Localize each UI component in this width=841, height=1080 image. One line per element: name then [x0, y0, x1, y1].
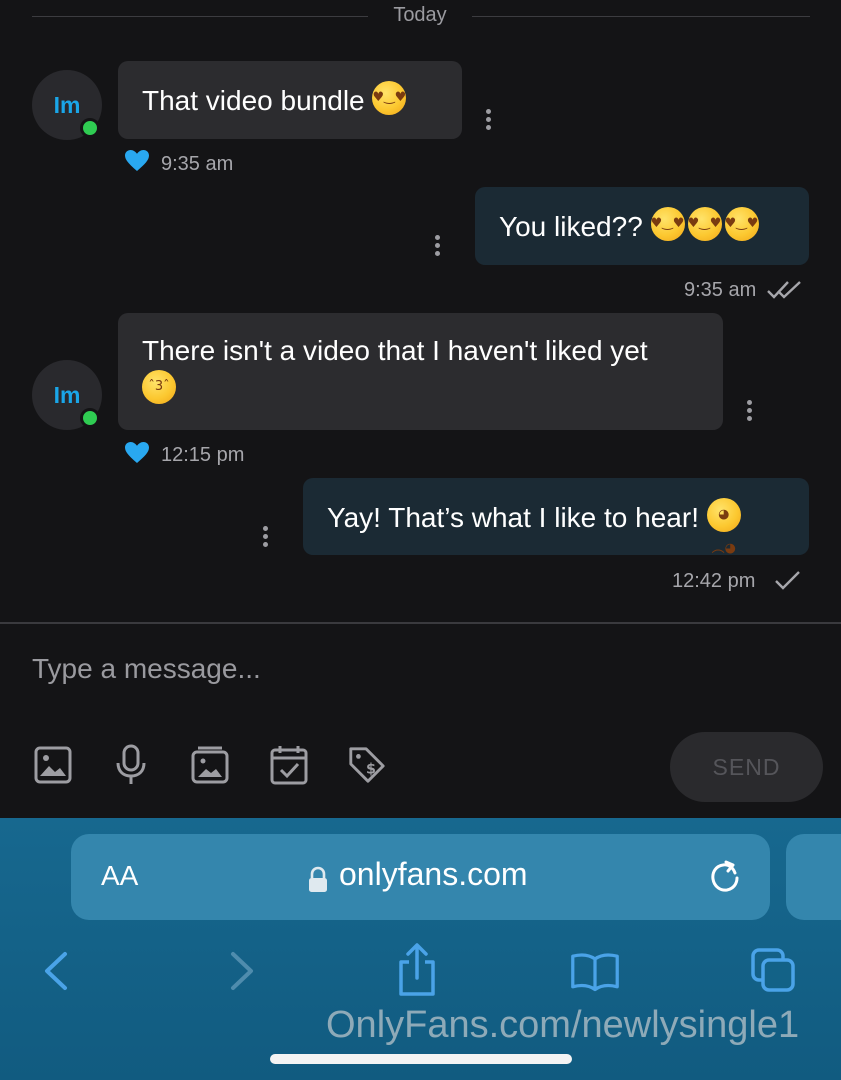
- send-button[interactable]: SEND: [670, 732, 823, 802]
- smiling-face-with-hearts-emoji: ♥‿♥: [687, 207, 722, 241]
- text-size-button[interactable]: AA: [101, 860, 138, 892]
- heart-eyes-emoji: ♥‿♥: [372, 81, 407, 115]
- chat-thread: Today Im That video bundle ♥‿♥ 9:35 am Y…: [0, 0, 841, 622]
- avatar[interactable]: Im: [32, 360, 102, 430]
- forward-icon[interactable]: [216, 946, 266, 996]
- message-text: That video bundle: [142, 85, 365, 116]
- message-bubble-outgoing[interactable]: You liked?? ♥‿♥ ♥‿♥ ♥‿♥: [475, 187, 809, 265]
- home-indicator[interactable]: [270, 1054, 572, 1064]
- smiling-face-with-hearts-emoji: ♥‿♥: [724, 207, 759, 241]
- message-options-icon[interactable]: [746, 400, 752, 422]
- reload-icon[interactable]: [707, 858, 743, 898]
- share-icon[interactable]: [392, 942, 442, 998]
- message-options-icon[interactable]: [262, 526, 268, 548]
- address-url: onlyfans.com: [339, 856, 528, 892]
- message-time: 9:35 am: [161, 153, 234, 175]
- microphone-icon[interactable]: [111, 744, 151, 786]
- watermark-text: OnlyFans.com/newlysingle1: [326, 1004, 800, 1046]
- message-time: 12:15 pm: [161, 444, 245, 466]
- address-bar[interactable]: AA onlyfans.com: [71, 834, 770, 920]
- double-check-icon: [767, 281, 801, 299]
- message-text: There isn't a video that I haven't liked…: [142, 335, 648, 366]
- media-vault-icon[interactable]: [190, 744, 230, 786]
- online-indicator: [80, 408, 100, 428]
- kissing-heart-emoji: ˆ3ˆ: [142, 370, 176, 404]
- message-text: You liked??: [499, 211, 643, 242]
- back-icon[interactable]: [32, 946, 82, 996]
- message-composer: $ SEND: [0, 622, 841, 818]
- next-tab-preview[interactable]: [786, 834, 841, 920]
- sent-check-icon: [775, 571, 800, 590]
- message-bubble-outgoing[interactable]: Yay! That’s what I like to hear! ◕︵◕: [303, 478, 809, 556]
- message-bubble-incoming[interactable]: That video bundle ♥‿♥: [118, 61, 462, 139]
- schedule-calendar-icon[interactable]: [269, 744, 309, 786]
- tabs-icon[interactable]: [749, 946, 799, 996]
- lock-icon: [309, 866, 327, 892]
- message-time: 12:42 pm: [672, 570, 756, 592]
- browser-chrome: AA onlyfans.com OnlyFans.com/newlysingle…: [0, 818, 841, 1080]
- pleading-face-emoji: ◕︵◕: [706, 498, 741, 556]
- message-text: Yay! That’s what I like to hear!: [327, 502, 699, 533]
- svg-text:$: $: [366, 762, 376, 778]
- image-icon[interactable]: [33, 744, 73, 786]
- message-bubble-incoming[interactable]: There isn't a video that I haven't liked…: [118, 313, 723, 430]
- message-input[interactable]: [32, 648, 672, 690]
- date-separator-label: Today: [393, 4, 447, 26]
- liked-heart-icon: [125, 150, 149, 171]
- bookmarks-icon[interactable]: [570, 946, 620, 996]
- price-tag-icon[interactable]: $: [347, 744, 387, 786]
- message-options-icon[interactable]: [485, 109, 491, 131]
- message-time: 9:35 am: [684, 279, 757, 301]
- smiling-face-with-hearts-emoji: ♥‿♥: [650, 207, 685, 241]
- avatar[interactable]: Im: [32, 70, 102, 140]
- online-indicator: [80, 118, 100, 138]
- message-options-icon[interactable]: [434, 235, 440, 257]
- date-separator: Today: [0, 4, 841, 30]
- liked-heart-icon: [125, 442, 149, 463]
